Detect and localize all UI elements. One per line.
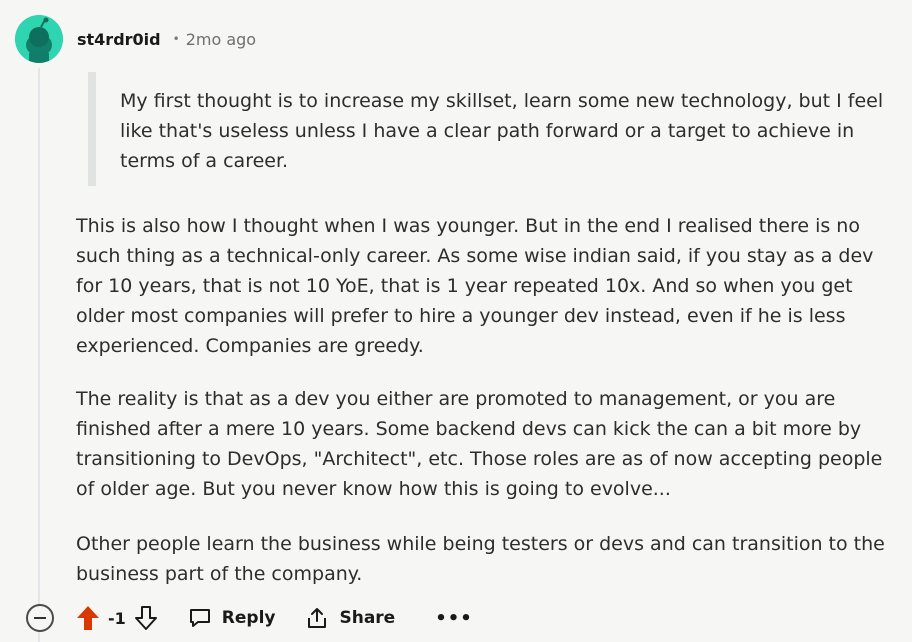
downvote-icon[interactable] [134,605,158,631]
separator-dot: • [172,32,180,46]
avatar[interactable] [15,15,63,63]
share-label: Share [339,608,396,628]
avatar-icon [15,15,63,63]
collapse-icon [34,617,46,619]
reply-button[interactable]: Reply [188,606,276,630]
collapse-button[interactable] [26,604,54,632]
comment-paragraph: The reality is that as a dev you either … [76,388,883,500]
thread-line[interactable] [38,68,40,642]
reply-label: Reply [221,608,276,628]
comment-paragraph: This is also how I thought when I was yo… [76,215,874,357]
username-link[interactable]: st4rdr0id [77,30,161,49]
share-button[interactable]: Share [305,606,395,630]
comment-paragraph: Other people learn the business while be… [76,533,885,585]
vote-score: -1 [108,608,126,628]
timestamp[interactable]: 2mo ago [186,30,256,49]
comment-action-bar: -1 Reply Share ••• [24,600,473,636]
comment-header: st4rdr0id • 2mo ago [15,15,256,63]
reply-icon [189,609,210,627]
vote-group: -1 [76,605,158,631]
more-icon[interactable]: ••• [435,608,473,629]
blockquote: My first thought is to increase my skill… [88,72,888,186]
share-icon [308,608,327,628]
upvote-icon[interactable] [76,605,100,631]
